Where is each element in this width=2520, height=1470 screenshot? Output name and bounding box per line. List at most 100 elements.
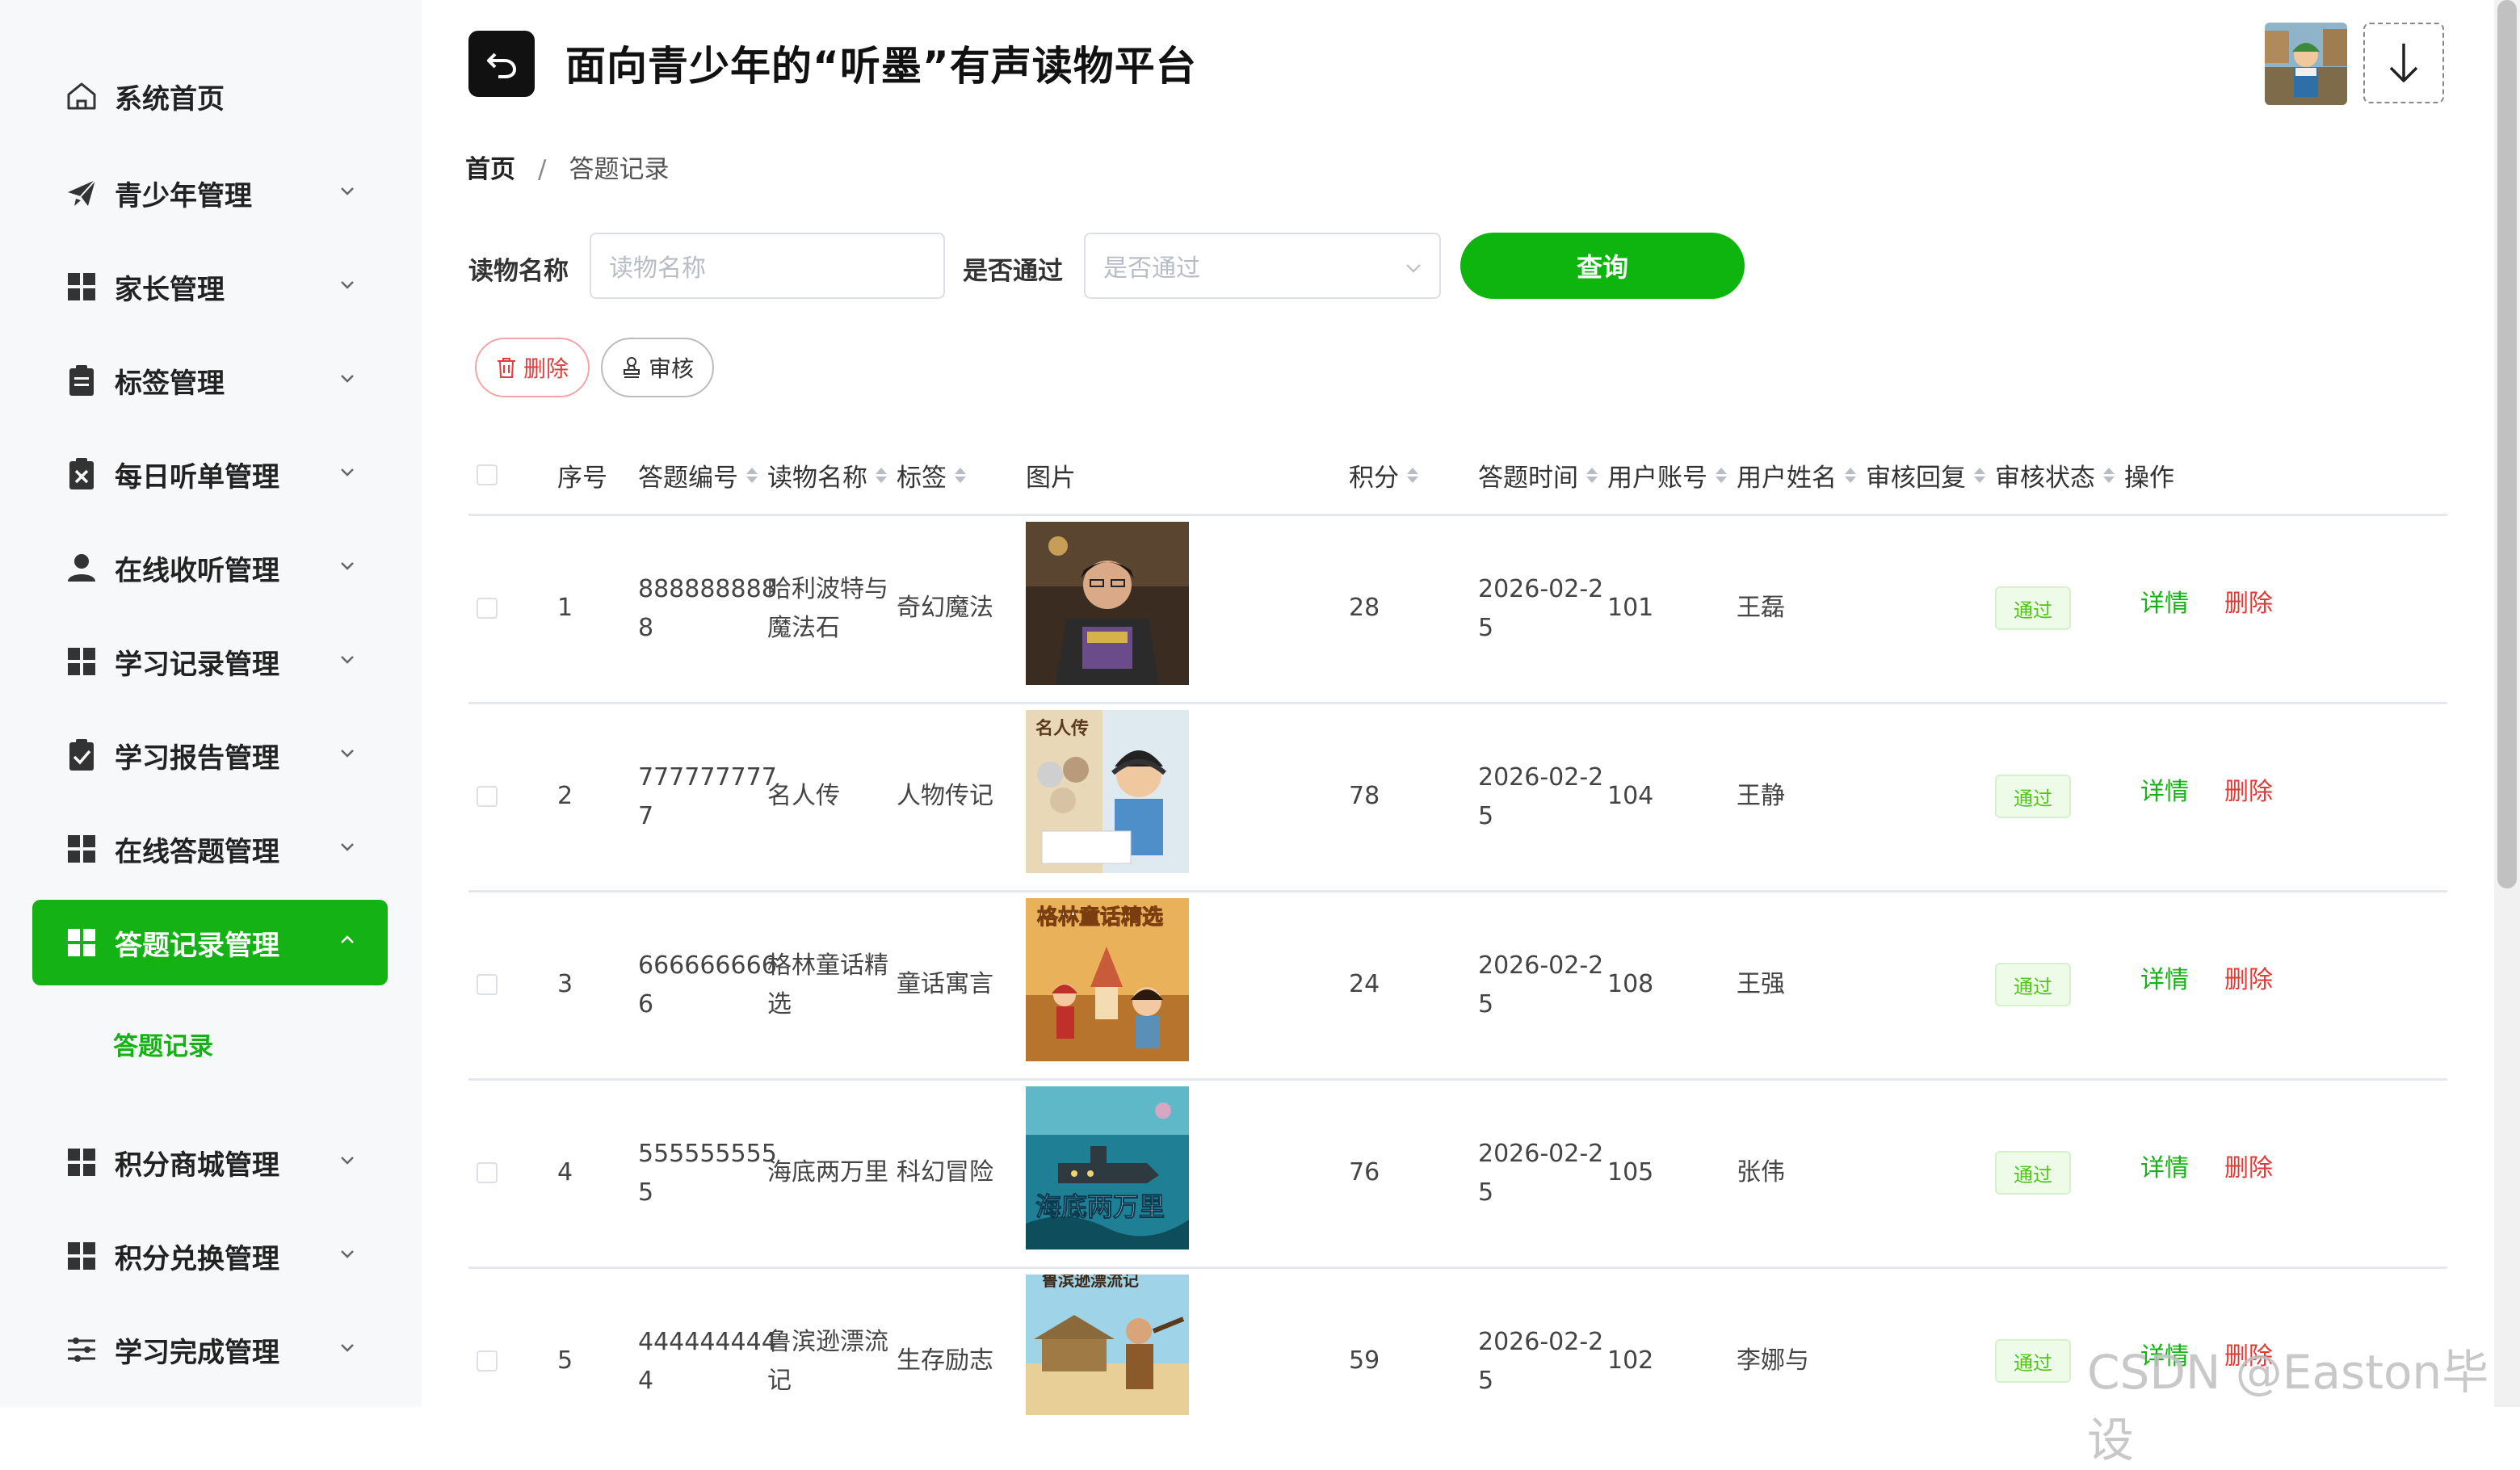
sort-icon[interactable] <box>955 465 966 485</box>
back-button[interactable] <box>468 31 535 97</box>
sidebar-item-tag[interactable]: 标签管理 <box>32 338 388 423</box>
header-audit-status[interactable]: 审核状态 <box>1995 436 2115 514</box>
row-checkbox[interactable] <box>477 890 498 1078</box>
book-cover-image[interactable]: 海底两万里 <box>1026 1086 1189 1250</box>
cell-user-name: 王强 <box>1737 969 1785 998</box>
audit-button[interactable]: 审核 <box>601 338 714 397</box>
sidebar-item-parent[interactable]: 家长管理 <box>32 244 388 330</box>
sidebar-item-youth[interactable]: 青少年管理 <box>32 150 388 236</box>
sidebar-item-points-exchange[interactable]: 积分兑换管理 <box>32 1213 388 1299</box>
sidebar-item-online-quiz[interactable]: 在线答题管理 <box>32 806 388 892</box>
cell-index: 5 <box>557 1346 573 1375</box>
sort-icon[interactable] <box>876 465 887 485</box>
breadcrumb-separator: / <box>538 155 547 184</box>
paper-plane-icon <box>65 176 99 210</box>
header-answer-time[interactable]: 答题时间 <box>1478 436 1598 514</box>
cell-answer-time: 2026-02-2 5 <box>1478 575 1604 642</box>
detail-link[interactable]: 详情 <box>2140 771 2189 807</box>
cell-tag: 奇幻魔法 <box>897 593 993 622</box>
cell-score: 59 <box>1349 1346 1380 1375</box>
sidebar-item-study-complete[interactable]: 学习完成管理 <box>32 1307 388 1392</box>
cell-user-account: 105 <box>1607 1157 1654 1186</box>
sort-icon[interactable] <box>1974 465 1985 485</box>
header-audit-status-label: 审核状态 <box>1995 463 2095 493</box>
delete-link[interactable]: 删除 <box>2224 583 2273 619</box>
cell-answer-time: 2026-02-2 5 <box>1478 951 1604 1018</box>
header-index: 序号 <box>557 463 607 493</box>
scrollbar-thumb[interactable] <box>2497 0 2517 888</box>
chevron-down-icon <box>341 562 354 570</box>
cell-user-name: 王磊 <box>1737 593 1785 622</box>
sidebar-item-label: 家长管理 <box>115 273 225 306</box>
chevron-down-icon <box>341 1344 354 1352</box>
sidebar-item-label: 青少年管理 <box>115 179 252 212</box>
pass-select[interactable]: 是否通过 <box>1084 233 1441 299</box>
app-title: 面向青少年的“听墨”有声读物平台 <box>565 43 1197 90</box>
cell-answer-time: 2026-02-2 5 <box>1478 1328 1604 1395</box>
sort-icon[interactable] <box>1845 465 1856 485</box>
cell-tag: 童话寓言 <box>897 969 993 998</box>
book-cover-image[interactable]: 鲁滨逊漂流记 <box>1026 1275 1189 1415</box>
header-book-name[interactable]: 读物名称 <box>767 436 887 514</box>
header-user-account[interactable]: 用户账号 <box>1607 436 1727 514</box>
sidebar-item-points-mall[interactable]: 积分商城管理 <box>32 1119 388 1205</box>
table-row: 3 666666666 6 格林童话精选 童话寓言 格林童话精选 24 2026-… <box>468 890 2447 1081</box>
sort-icon[interactable] <box>1586 465 1598 485</box>
query-button[interactable]: 查询 <box>1460 233 1745 299</box>
header-answer-no[interactable]: 答题编号 <box>638 436 758 514</box>
sidebar: 系统首页 青少年管理 家长管理 标签管理 每日听单管理 在线收听管理 学习记录管… <box>0 0 422 1407</box>
avatar[interactable] <box>2265 23 2347 105</box>
sidebar-item-label: 在线答题管理 <box>115 835 279 868</box>
grid-icon <box>65 270 99 304</box>
pass-placeholder: 是否通过 <box>1103 254 1200 283</box>
x-document-icon <box>65 457 99 491</box>
delete-link[interactable]: 删除 <box>2224 771 2273 807</box>
header-audit-reply[interactable]: 审核回复 <box>1866 436 1985 514</box>
select-all-checkbox[interactable] <box>477 436 498 514</box>
submenu-item-quiz-record[interactable]: 答题记录 <box>113 1026 213 1062</box>
sort-icon[interactable] <box>1407 465 1418 485</box>
sidebar-item-online-listen[interactable]: 在线收听管理 <box>32 525 388 611</box>
pass-label: 是否通过 <box>963 257 1063 286</box>
row-checkbox[interactable] <box>477 1266 498 1455</box>
detail-link[interactable]: 详情 <box>2140 1148 2189 1183</box>
sidebar-item-label: 在线收听管理 <box>115 554 279 587</box>
sidebar-item-study-record[interactable]: 学习记录管理 <box>32 619 388 704</box>
sliders-icon <box>65 1333 99 1367</box>
cell-user-name: 张伟 <box>1737 1157 1785 1186</box>
book-cover-image[interactable]: 名人传 <box>1026 710 1189 873</box>
batch-delete-button[interactable]: 删除 <box>475 338 590 397</box>
sort-icon[interactable] <box>2103 465 2115 485</box>
download-button[interactable] <box>2363 23 2444 103</box>
delete-link[interactable]: 删除 <box>2224 960 2273 995</box>
header-user-name[interactable]: 用户姓名 <box>1737 436 1856 514</box>
breadcrumb-home[interactable]: 首页 <box>465 155 515 184</box>
back-arrow-icon <box>487 52 517 78</box>
status-badge: 通过 <box>1995 586 2071 630</box>
header-tag[interactable]: 标签 <box>897 436 966 514</box>
watermark: CSDN @Easton毕设 <box>2087 1345 2489 1468</box>
grid-icon <box>65 1145 99 1179</box>
row-checkbox[interactable] <box>477 702 498 890</box>
book-cover-image[interactable]: 格林童话精选 <box>1026 898 1189 1061</box>
sidebar-item-study-report[interactable]: 学习报告管理 <box>32 712 388 798</box>
cell-score: 78 <box>1349 781 1380 810</box>
sort-icon[interactable] <box>1716 465 1727 485</box>
header-audit-reply-label: 审核回复 <box>1866 463 1966 493</box>
sort-icon[interactable] <box>746 465 758 485</box>
cell-answer-no: 444444444 4 <box>638 1328 777 1395</box>
header-score[interactable]: 积分 <box>1349 436 1418 514</box>
sidebar-item-quiz-record[interactable]: 答题记录管理 <box>32 900 388 985</box>
detail-link[interactable]: 详情 <box>2140 583 2189 619</box>
sidebar-item-daily-list[interactable]: 每日听单管理 <box>32 431 388 517</box>
sidebar-item-label: 学习完成管理 <box>115 1336 279 1369</box>
book-name-input[interactable]: 读物名称 <box>590 233 945 299</box>
row-checkbox[interactable] <box>477 1078 498 1266</box>
delete-link[interactable]: 删除 <box>2224 1148 2273 1183</box>
book-cover-image[interactable] <box>1026 522 1189 685</box>
sidebar-item-home[interactable]: 系统首页 <box>32 53 388 139</box>
row-checkbox[interactable] <box>477 514 498 702</box>
chevron-down-icon <box>341 187 354 195</box>
chevron-down-icon <box>341 750 354 758</box>
detail-link[interactable]: 详情 <box>2140 960 2189 995</box>
